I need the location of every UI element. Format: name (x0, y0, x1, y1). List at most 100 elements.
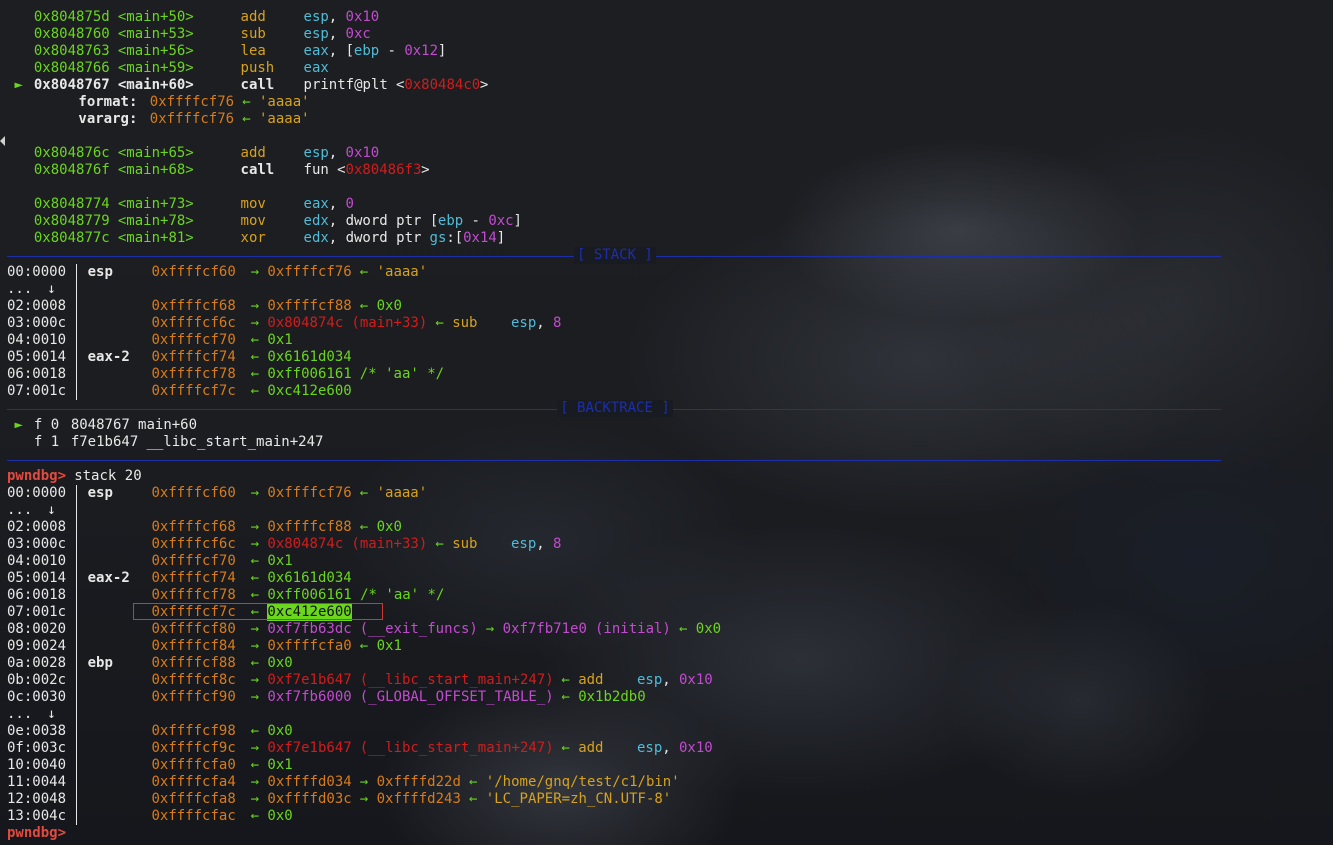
terminal-token: 0xf7e1b647 (267, 740, 352, 756)
instruction-symbol: <main+73> (117, 196, 194, 212)
terminal-token: ← (250, 366, 260, 382)
terminal-token: → (359, 791, 369, 807)
stack-offset: 0f:003c (7, 740, 67, 756)
terminal-token: 0xffffd034 (267, 774, 352, 790)
terminal-token: esp (303, 145, 329, 161)
terminal-token: 'aaaa' (376, 264, 428, 280)
stack-offset: 06:0018 (7, 366, 67, 382)
stack-register: eax-2 (87, 570, 130, 586)
terminal-token: , dword ptr (328, 230, 430, 246)
instruction-mnemonic: lea (240, 43, 266, 59)
frame-index: f 0 (33, 417, 60, 433)
terminal-token: ← (250, 570, 260, 586)
terminal-token: 'aaaa' (259, 111, 310, 127)
terminal-token: 0x0 (267, 655, 293, 671)
terminal-token: 0xffffcf76 (149, 94, 235, 110)
stack-offset: 0a:0028 (7, 655, 67, 671)
terminal-token: 8 (553, 315, 562, 331)
stack-offset: 02:0008 (7, 298, 67, 314)
terminal-token: 0xc412e600 (267, 383, 352, 399)
stack-address: 0xffffcf9c (151, 740, 236, 756)
frame-symbol: main+60 (138, 417, 198, 433)
terminal-token: → (485, 621, 495, 637)
terminal-token: 0x0 (267, 808, 293, 824)
terminal-token: ← (250, 757, 260, 773)
terminal-token: → (250, 485, 260, 501)
current-instruction-arrow-icon: ► (14, 77, 23, 93)
terminal-token: ← (250, 655, 260, 671)
instruction-symbol: <main+68> (117, 162, 194, 178)
terminal-token: → (250, 621, 260, 637)
terminal-token: 'aaaa' (259, 94, 310, 110)
terminal-token: 0xff006161 (267, 366, 352, 382)
terminal-token: 0x14 (463, 230, 497, 246)
terminal-token: (main+33) (351, 315, 428, 331)
terminal-token: 0xf7fb71e0 (502, 621, 587, 637)
terminal-token: 0xffffcf76 (267, 264, 352, 280)
terminal-token: 0x804874c (267, 536, 344, 552)
terminal-token: '/home/gnq/test/c1/bin' (485, 774, 680, 790)
terminal-token: 0xc (345, 26, 371, 42)
stack-offset: 02:0008 (7, 519, 67, 535)
stack-register: ebp (87, 655, 113, 671)
terminal-token: 0xffffcf76 (267, 485, 352, 501)
terminal-token: 0x0 (376, 519, 402, 535)
terminal-token: fun (303, 162, 329, 178)
terminal-token: 0 (345, 196, 354, 212)
terminal-token: ← (469, 774, 478, 790)
terminal-token: , (662, 672, 680, 688)
instruction-mnemonic: sub (240, 26, 266, 42)
instruction-mnemonic: add (240, 145, 266, 161)
terminal-token: (__libc_start_main+247) (359, 740, 554, 756)
stack-offset: 07:001c (7, 383, 67, 399)
stack-offset: 0c:0030 (7, 689, 67, 705)
terminal-token: ] (513, 213, 522, 229)
terminal-token: 8 (553, 536, 562, 552)
instruction-mnemonic: mov (240, 213, 266, 229)
stack-column-separator (76, 264, 77, 400)
terminal-token: ← (250, 383, 260, 399)
stack-offset: 00:0000 (7, 485, 67, 501)
instruction-address: 0x8048767 (33, 77, 110, 93)
instruction-mnemonic: call (240, 77, 275, 93)
terminal-token: edx (303, 213, 329, 229)
terminal-token: ← (359, 485, 369, 501)
terminal-token: → (250, 638, 260, 654)
stack-register: esp (87, 485, 113, 501)
terminal-token: ← (359, 638, 369, 654)
terminal-token: sub (452, 315, 478, 331)
stack-offset: 07:001c (7, 604, 67, 620)
terminal-token: /* 'aa' */ (359, 366, 445, 382)
selection-highlight-box (133, 603, 383, 620)
terminal-token: ← (359, 298, 369, 314)
terminal-token: (main+33) (351, 536, 428, 552)
terminal-token: > (421, 162, 430, 178)
terminal-token: 0xffffcf88 (267, 519, 352, 535)
terminal-token: 0x10 (345, 9, 380, 25)
terminal-token: ← (242, 94, 251, 110)
terminal-token: 0xffffd22d (376, 774, 461, 790)
instruction-mnemonic: xor (240, 230, 266, 246)
instruction-symbol: <main+60> (117, 77, 194, 93)
instruction-mnemonic: push (240, 60, 275, 76)
stack-address: 0xffffcf70 (151, 553, 236, 569)
terminal-token: esp (511, 315, 537, 331)
backtrace-section-title: [ BACKTRACE ] (557, 400, 673, 417)
terminal-token: 0x1b2db0 (578, 689, 646, 705)
instruction-symbol: <main+56> (117, 43, 194, 59)
terminal-token: esp (637, 672, 663, 688)
stack-address: 0xffffcf6c (151, 315, 236, 331)
stack-offset: 03:000c (7, 315, 67, 331)
stack-register: eax-2 (87, 349, 130, 365)
terminal-token: 0x0 (376, 298, 402, 314)
terminal-token: eax (303, 60, 329, 76)
instruction-address: 0x804877c (33, 230, 110, 246)
terminal-token: ← (679, 621, 688, 637)
terminal-token: 0x12 (404, 43, 439, 59)
terminal-token: , (328, 196, 346, 212)
terminal-window[interactable]: 0x804875d <main+50> add esp, 0x10 0x8048760 <… (0, 0, 1333, 845)
terminal-token: ebp (353, 43, 380, 59)
terminal-token: , (536, 536, 554, 552)
frame-symbol: __libc_start_main+247 (146, 434, 324, 450)
stack-address: 0xffffcf74 (151, 570, 236, 586)
